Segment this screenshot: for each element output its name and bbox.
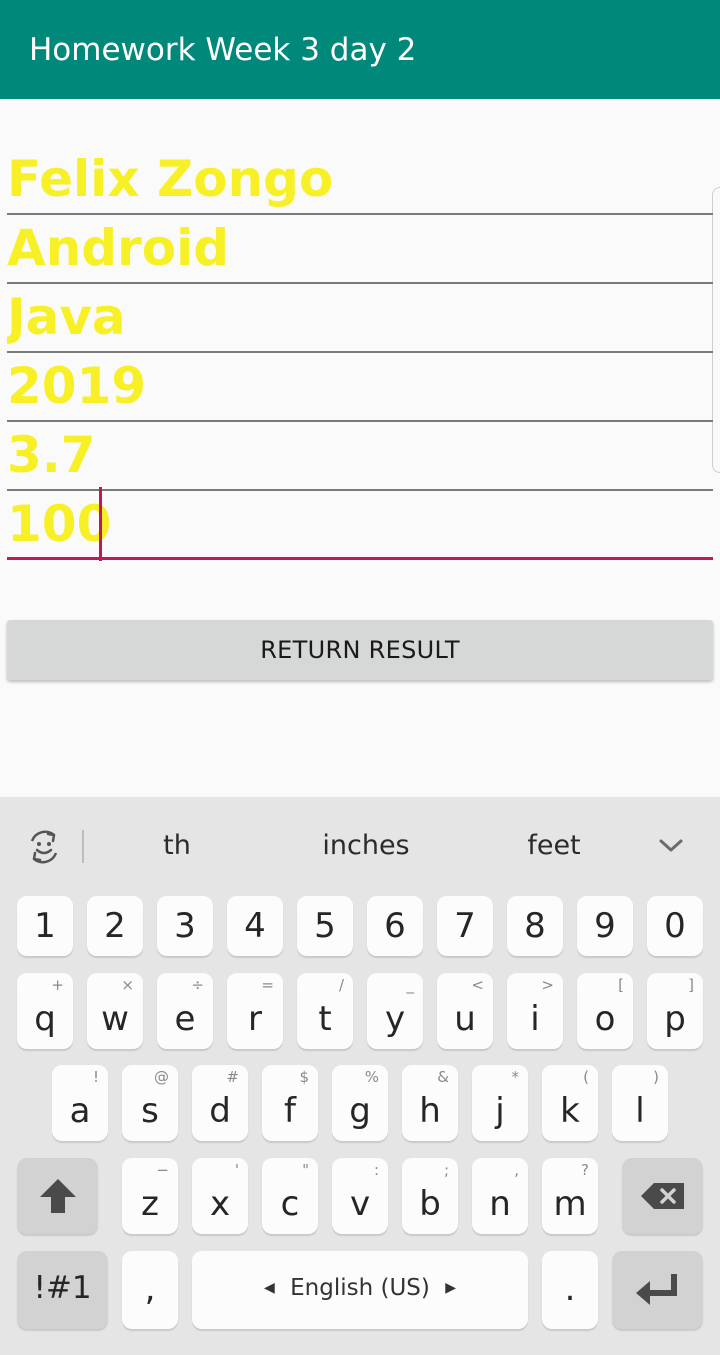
key-0[interactable]: 0: [647, 896, 703, 956]
key-h[interactable]: & h: [402, 1065, 458, 1141]
key-k[interactable]: (k: [542, 1065, 598, 1141]
key-4[interactable]: 4: [227, 896, 283, 956]
key-a[interactable]: ! a: [52, 1065, 108, 1141]
suggestion-2[interactable]: inches: [296, 830, 436, 866]
key-b[interactable]: ; b: [402, 1158, 458, 1234]
symbols-key[interactable]: !#1: [17, 1251, 108, 1329]
soft-keyboard: th inches feet 1 2 3 4 5 6 7 8 9 0 + q × w…: [0, 797, 720, 1355]
app-title: Homework Week 3 day 2: [29, 32, 417, 68]
key-t[interactable]: / t: [297, 973, 353, 1049]
key-1[interactable]: 1: [17, 896, 73, 956]
key-9[interactable]: 9: [577, 896, 633, 956]
suggestion-bar: th inches feet: [0, 797, 720, 893]
name-field-container: [7, 146, 713, 215]
space-bar[interactable]: ◀ English (US) ▶: [192, 1251, 528, 1329]
shift-key[interactable]: [17, 1158, 98, 1234]
platform-field-container: [7, 215, 713, 284]
key-j[interactable]: * j: [472, 1065, 528, 1141]
field-underline-focused: [7, 557, 713, 560]
language-field-container: [7, 284, 713, 353]
suggestion-divider: [82, 830, 84, 863]
period-key[interactable]: .: [542, 1251, 598, 1329]
key-2[interactable]: 2: [87, 896, 143, 956]
enter-icon: [636, 1274, 677, 1305]
key-x[interactable]: ' x: [192, 1158, 248, 1234]
language-field[interactable]: [7, 284, 713, 350]
gpa-field[interactable]: [7, 422, 713, 488]
key-d[interactable]: # d: [192, 1065, 248, 1141]
key-g[interactable]: % g: [332, 1065, 388, 1141]
scroll-edge-indicator: [712, 187, 720, 473]
shift-arrow-icon: [40, 1179, 76, 1213]
score-field-container: [7, 487, 713, 561]
key-m[interactable]: ? m: [542, 1158, 598, 1234]
suggestion-1[interactable]: th: [127, 830, 227, 866]
key-y[interactable]: _ y: [367, 973, 423, 1049]
key-p[interactable]: ] p: [647, 973, 703, 1049]
space-language-label: English (US): [290, 1275, 430, 1301]
key-c[interactable]: " c: [262, 1158, 318, 1234]
form-content: RETURN RESULT: [0, 99, 720, 797]
key-e[interactable]: ÷ e: [157, 973, 213, 1049]
backspace-icon: [641, 1183, 684, 1209]
language-prev-icon: ◀: [264, 1280, 275, 1296]
emoji-toggle-icon[interactable]: [24, 827, 64, 867]
enter-key[interactable]: [612, 1251, 703, 1329]
backspace-key[interactable]: [622, 1158, 703, 1234]
name-field[interactable]: [7, 146, 713, 212]
score-field[interactable]: [7, 491, 713, 557]
key-l[interactable]: ) l: [612, 1065, 668, 1141]
app-bar: Homework Week 3 day 2: [0, 0, 720, 99]
suggestion-3[interactable]: feet: [494, 830, 614, 866]
key-r[interactable]: = r: [227, 973, 283, 1049]
comma-key[interactable]: ,: [122, 1251, 178, 1329]
gpa-field-container: [7, 422, 713, 491]
return-result-button[interactable]: RETURN RESULT: [7, 620, 713, 680]
key-6[interactable]: 6: [367, 896, 423, 956]
key-f[interactable]: $ f: [262, 1065, 318, 1141]
year-field[interactable]: [7, 353, 713, 419]
key-3[interactable]: 3: [157, 896, 213, 956]
key-v[interactable]: :v: [332, 1158, 388, 1234]
year-field-container: [7, 353, 713, 422]
key-8[interactable]: 8: [507, 896, 563, 956]
key-7[interactable]: 7: [437, 896, 493, 956]
chevron-down-icon[interactable]: [656, 831, 686, 861]
key-u[interactable]: < u: [437, 973, 493, 1049]
key-o[interactable]: [o: [577, 973, 633, 1049]
key-n[interactable]: ,n: [472, 1158, 528, 1234]
text-cursor: [99, 487, 102, 561]
key-5[interactable]: 5: [297, 896, 353, 956]
key-w[interactable]: × w: [87, 973, 143, 1049]
platform-field[interactable]: [7, 215, 713, 281]
key-q[interactable]: + q: [17, 973, 73, 1049]
key-i[interactable]: > i: [507, 973, 563, 1049]
language-next-icon: ▶: [445, 1280, 456, 1296]
key-z[interactable]: − z: [122, 1158, 178, 1234]
key-s[interactable]: @ s: [122, 1065, 178, 1141]
